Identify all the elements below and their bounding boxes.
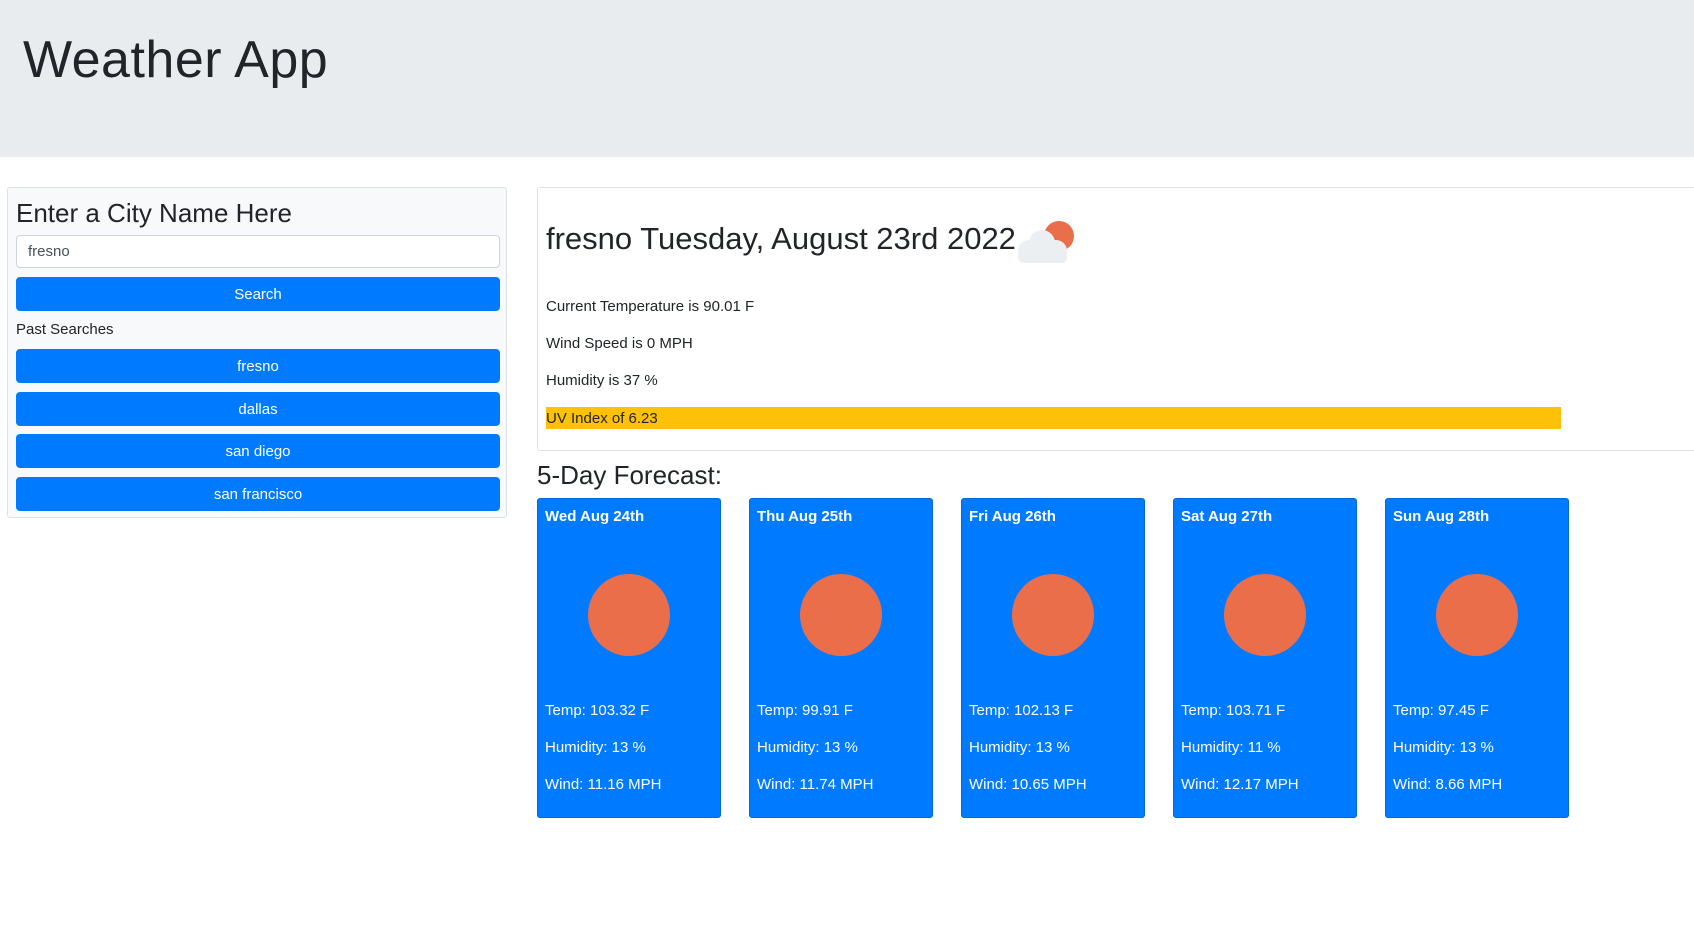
past-search-button[interactable]: fresno (16, 349, 500, 383)
forecast-card: Sun Aug 28th Temp: 97.45 F Humidity: 13 … (1385, 498, 1569, 818)
forecast-temp: Temp: 97.45 F (1393, 702, 1489, 719)
current-wind: Wind Speed is 0 MPH (546, 335, 693, 352)
past-search-button[interactable]: dallas (16, 392, 500, 426)
forecast-date: Thu Aug 25th (757, 508, 853, 525)
search-heading: Enter a City Name Here (16, 198, 292, 228)
forecast-heading: 5-Day Forecast: (537, 460, 722, 490)
forecast-card: Wed Aug 24th Temp: 103.32 F Humidity: 13… (537, 498, 721, 818)
forecast-card: Thu Aug 25th Temp: 99.91 F Humidity: 13 … (749, 498, 933, 818)
city-search-input[interactable] (16, 235, 500, 268)
forecast-date: Fri Aug 26th (969, 508, 1056, 525)
sun-icon (1436, 574, 1518, 656)
forecast-card: Sat Aug 27th Temp: 103.71 F Humidity: 11… (1173, 498, 1357, 818)
forecast-humidity: Humidity: 13 % (545, 739, 646, 756)
current-temperature: Current Temperature is 90.01 F (546, 298, 755, 315)
forecast-date: Wed Aug 24th (545, 508, 645, 525)
uv-index-badge: UV Index of 6.23 (546, 407, 1561, 429)
past-search-button[interactable]: san francisco (16, 477, 500, 511)
forecast-date: Sun Aug 28th (1393, 508, 1490, 525)
uv-index-text: UV Index of 6.23 (546, 409, 658, 427)
forecast-wind: Wind: 12.17 MPH (1181, 776, 1299, 793)
partly-cloudy-icon (1018, 221, 1074, 263)
forecast-humidity: Humidity: 13 % (757, 739, 858, 756)
forecast-temp: Temp: 103.32 F (545, 702, 650, 719)
app-title: Weather App (23, 31, 329, 89)
forecast-humidity: Humidity: 13 % (969, 739, 1070, 756)
forecast-humidity: Humidity: 11 % (1181, 739, 1281, 756)
sun-icon (1224, 574, 1306, 656)
current-humidity: Humidity is 37 % (546, 372, 658, 389)
sun-icon (588, 574, 670, 656)
forecast-wind: Wind: 10.65 MPH (969, 776, 1087, 793)
forecast-temp: Temp: 103.71 F (1181, 702, 1286, 719)
past-search-button[interactable]: san diego (16, 434, 500, 468)
forecast-wind: Wind: 11.74 MPH (757, 776, 874, 793)
header-banner: Weather App (0, 0, 1694, 157)
current-city-date: fresno Tuesday, August 23rd 2022 (546, 221, 1016, 256)
forecast-card: Fri Aug 26th Temp: 102.13 F Humidity: 13… (961, 498, 1145, 818)
sun-icon (1012, 574, 1094, 656)
forecast-temp: Temp: 99.91 F (757, 702, 853, 719)
forecast-date: Sat Aug 27th (1181, 508, 1273, 525)
forecast-temp: Temp: 102.13 F (969, 702, 1074, 719)
search-button[interactable]: Search (16, 277, 500, 311)
sun-icon (800, 574, 882, 656)
past-searches-label: Past Searches (16, 321, 114, 338)
current-weather-card: fresno Tuesday, August 23rd 2022 Current… (537, 187, 1694, 451)
forecast-humidity: Humidity: 13 % (1393, 739, 1494, 756)
forecast-wind: Wind: 11.16 MPH (545, 776, 662, 793)
forecast-wind: Wind: 8.66 MPH (1393, 776, 1503, 793)
search-panel: Enter a City Name Here Search Past Searc… (7, 187, 507, 518)
